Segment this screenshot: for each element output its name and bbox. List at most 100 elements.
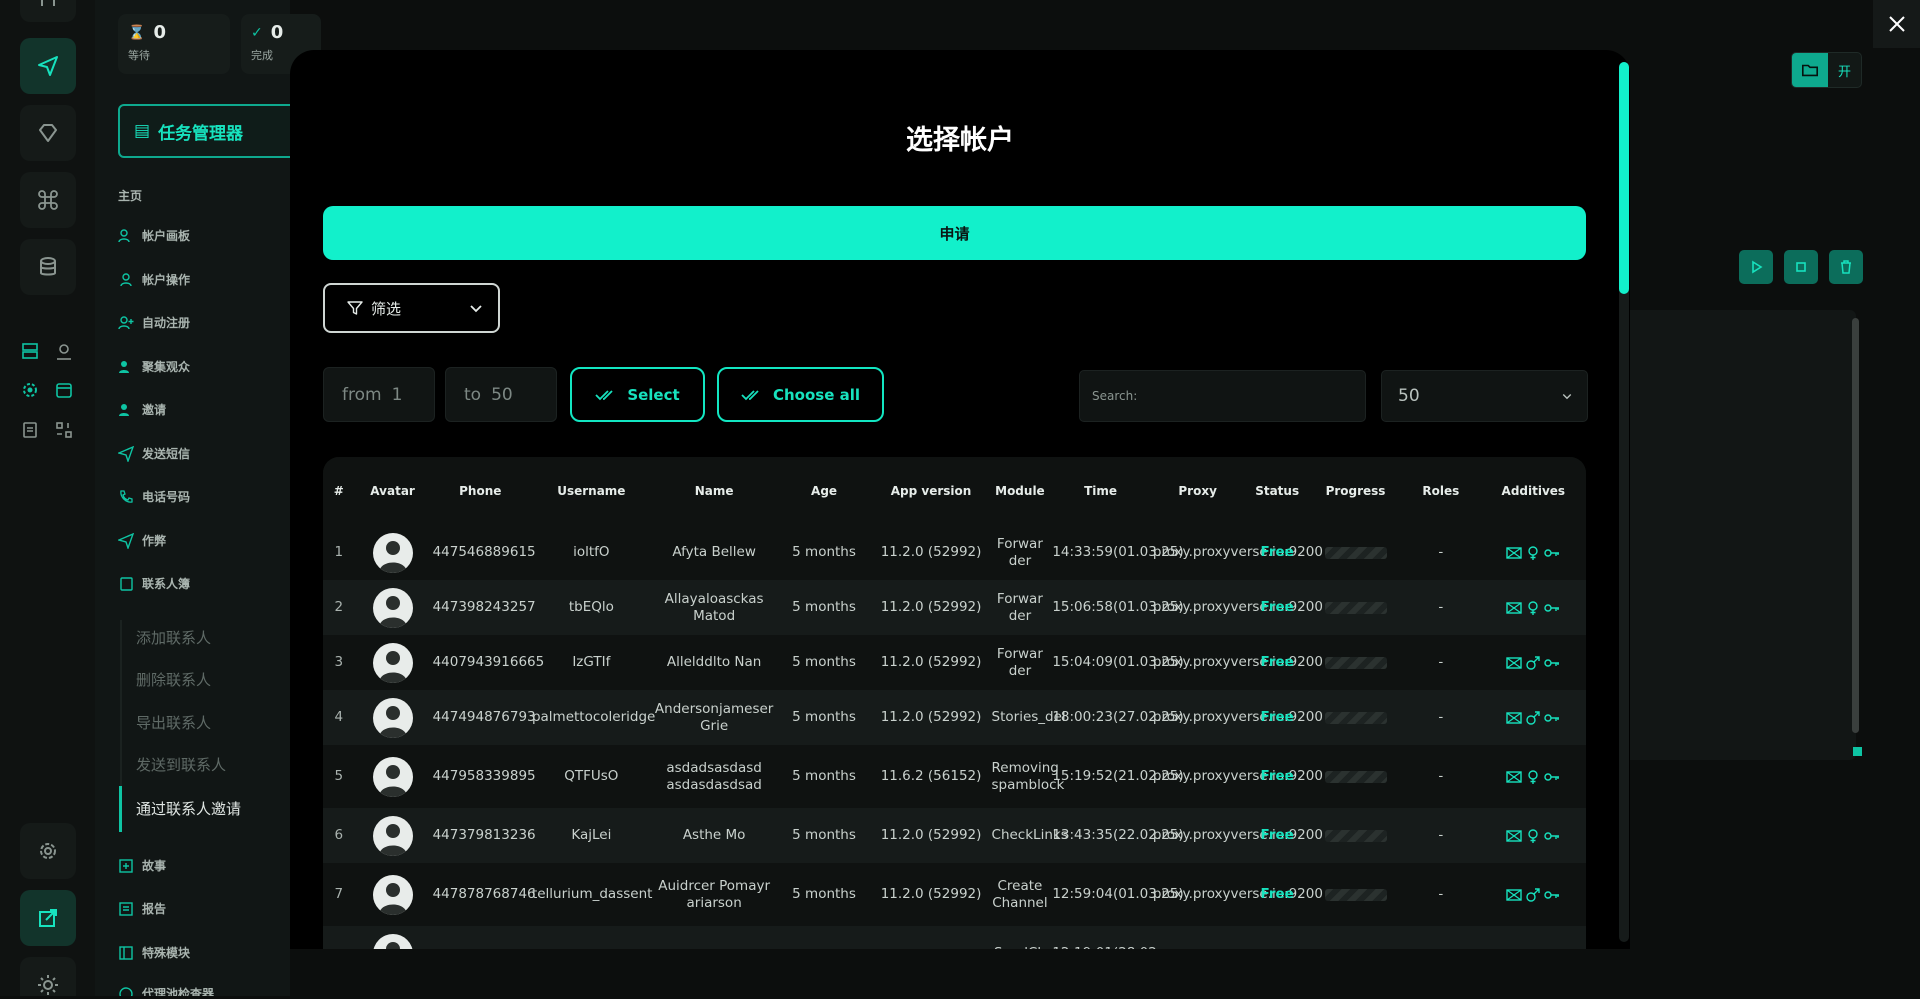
sun-icon[interactable] [20, 957, 76, 999]
submenu-export-contacts[interactable]: 导出联系人 [136, 712, 211, 733]
menu-item-account-ops[interactable]: 帐户操作 [118, 271, 190, 288]
open-toggle[interactable]: 开 [1828, 53, 1861, 87]
cell-app: 11.2.0 (52992) [872, 808, 990, 863]
gear-icon[interactable] [20, 823, 76, 879]
submenu-add-contacts[interactable]: 添加联系人 [136, 627, 211, 648]
menu-item-stories[interactable]: 故事 [118, 857, 166, 874]
progress-bar [1324, 888, 1387, 901]
progress-bar [1324, 770, 1387, 783]
cell-proxy: proxy.proxyverse.io:9200 [1152, 544, 1323, 560]
table-row[interactable]: 4 447494876793 palmettocoleridge Andersonja… [323, 690, 1586, 745]
cell-additives [1481, 525, 1586, 580]
users-icon [118, 228, 130, 242]
delete-button[interactable] [1829, 250, 1863, 284]
menu-item-cheat[interactable]: 作弊 [118, 532, 166, 549]
accounts-table: # Avatar Phone Username Name Age App ver… [323, 457, 1586, 949]
header-age[interactable]: Age [775, 457, 873, 525]
header-app-version[interactable]: App version [872, 457, 990, 525]
table-row[interactable]: 1 447546889615 ioltfO Afyta Bellew 5 months 1… [323, 525, 1586, 580]
menu-item-invite[interactable]: 邀请 [118, 401, 166, 418]
home-icon[interactable] [20, 0, 76, 22]
table-row[interactable]: 2 447398243257 tbEQlo Allayaloasckas Matod 5… [323, 580, 1586, 635]
header-roles[interactable]: Roles [1401, 457, 1481, 525]
background-scrollbar[interactable] [1852, 318, 1859, 733]
filter-dropdown[interactable]: 筛选 [323, 283, 500, 333]
folder-icon[interactable] [1792, 53, 1828, 87]
cell-status [1244, 926, 1310, 949]
menu-label: 电话号码 [142, 490, 191, 504]
diamond-icon[interactable] [20, 105, 76, 161]
document-icon[interactable] [20, 420, 40, 440]
menu-item-contacts[interactable]: 联系人簿 [118, 575, 190, 592]
page-size-select[interactable]: 50 [1381, 370, 1588, 422]
menu-item-gather-audience[interactable]: 聚集观众 [118, 358, 190, 375]
table-row[interactable]: 5 447958339895 QTFUsO asdadsasdasd asdasdas… [323, 745, 1586, 808]
play-button[interactable] [1739, 250, 1773, 284]
icon-rail [0, 0, 95, 999]
search-input[interactable]: Search: [1079, 370, 1366, 422]
cell-app: 11.6.2 (56152) [880, 768, 982, 784]
header-status[interactable]: Status [1244, 457, 1310, 525]
filter-icon [347, 301, 363, 315]
female-icon [1528, 600, 1539, 615]
menu-home[interactable]: 主页 [118, 187, 142, 204]
menu-item-auto-register[interactable]: 自动注册 [118, 314, 190, 331]
range-to-input[interactable]: to 50 [445, 367, 557, 422]
external-link-icon[interactable] [20, 890, 76, 946]
choose-all-button[interactable]: Choose all [717, 367, 884, 422]
submenu-invite-by-contacts[interactable]: 通过联系人邀请 [136, 798, 241, 819]
header-time[interactable]: Time [1050, 457, 1151, 525]
header-additives[interactable]: Additives [1480, 457, 1586, 525]
location-icon[interactable] [54, 341, 74, 361]
command-icon[interactable] [20, 172, 76, 228]
header-username[interactable]: Username [529, 457, 653, 525]
send-icon[interactable] [20, 38, 76, 94]
resize-handle[interactable] [1853, 747, 1862, 756]
modal-scrollbar-thumb[interactable] [1619, 62, 1629, 294]
header-phone[interactable]: Phone [430, 457, 530, 525]
task-manager-button[interactable]: ▤ 任务管理器 [118, 104, 318, 158]
table-row[interactable]: 6 447379813236 KajLei Asthe Mo 5 months 11.2.… [323, 808, 1586, 863]
apply-button[interactable]: 申请 [323, 206, 1586, 260]
submenu-send-to-contacts[interactable]: 发送到联系人 [136, 754, 226, 775]
table-row[interactable]: SendCh12:19:01(28.02proxy.proxyve - [323, 926, 1586, 949]
choose-all-label: Choose all [772, 385, 861, 404]
server-icon[interactable] [20, 341, 40, 361]
database-icon[interactable] [20, 239, 76, 295]
menu-item-reports[interactable]: 报告 [118, 900, 166, 917]
user-group-icon [119, 360, 129, 373]
settings-cog-icon[interactable] [20, 380, 40, 400]
table-row[interactable]: 7 447878768746 tellurium_dassent Auidrcer P… [323, 863, 1586, 926]
table-row[interactable]: 3 4407943916665 IzGTIf Allelddlto Nan 5 mont… [323, 635, 1586, 690]
cell-roles: - [1438, 886, 1444, 902]
cell-n: 2 [323, 580, 355, 635]
stop-button[interactable] [1784, 250, 1818, 284]
range-from-input[interactable]: from 1 [323, 367, 435, 422]
cell-username: palmettocoleridge [529, 690, 655, 745]
apps-icon[interactable] [54, 420, 74, 440]
user-plus-icon [118, 315, 134, 329]
header-index: # [323, 457, 355, 525]
header-module[interactable]: Module [989, 457, 1051, 525]
header-proxy[interactable]: Proxy [1150, 457, 1245, 525]
phone-icon [120, 489, 133, 503]
avatar [372, 697, 413, 738]
close-button[interactable] [1873, 0, 1920, 48]
menu-item-special-modules[interactable]: 特殊模块 [118, 944, 190, 961]
key-icon [1544, 831, 1560, 840]
module-icon [119, 945, 133, 960]
calendar-icon[interactable] [54, 380, 74, 400]
top-toggle-group[interactable]: 开 [1791, 52, 1862, 88]
menu-item-phone-numbers[interactable]: 电话号码 [118, 488, 190, 505]
menu-item-send-sms[interactable]: 发送短信 [118, 445, 190, 462]
select-button[interactable]: Select [570, 367, 705, 422]
cell-module: Removing spamblock [991, 759, 1065, 793]
cell-phone [430, 926, 530, 949]
cell-module: Stories_del [989, 690, 1066, 745]
menu-item-account-board[interactable]: 帐户画板 [118, 227, 190, 244]
submenu-delete-contacts[interactable]: 删除联系人 [136, 669, 211, 690]
submenu-active-indicator [119, 786, 122, 832]
header-progress[interactable]: Progress [1309, 457, 1402, 525]
header-name[interactable]: Name [652, 457, 776, 525]
cell-time: 13:43:35(22.02.25) [1050, 808, 1184, 863]
